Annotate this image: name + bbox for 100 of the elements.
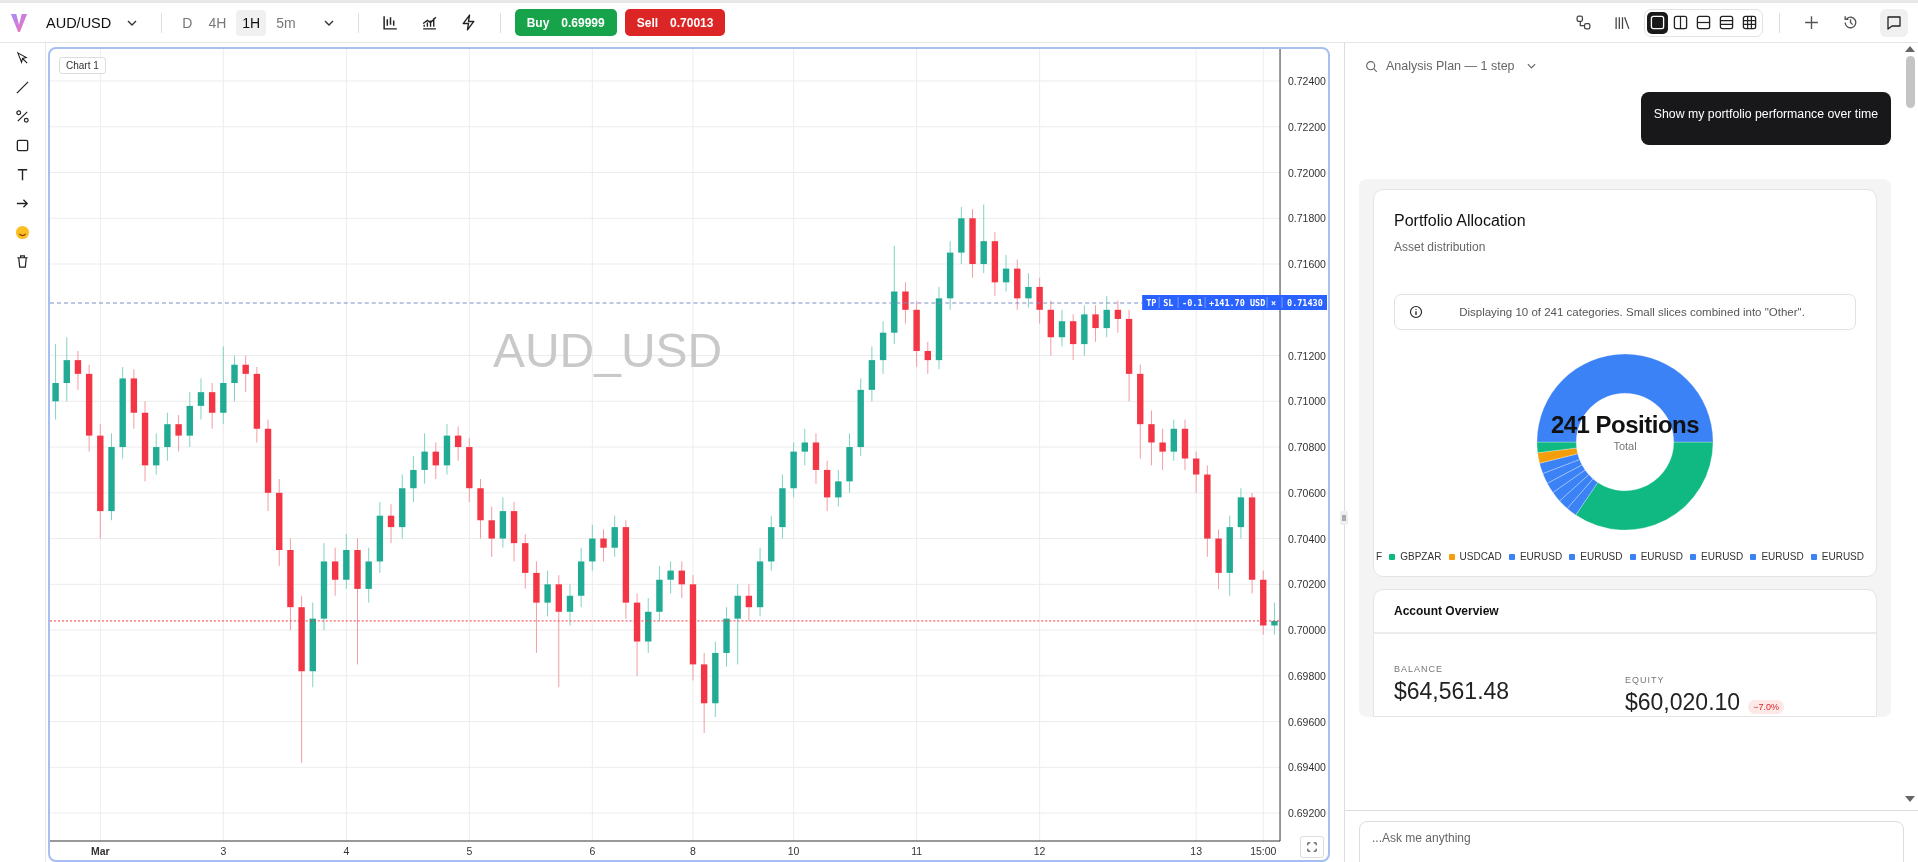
symbol-selector[interactable]: AUD/USD (46, 14, 118, 31)
candle (466, 437, 473, 503)
drag-handle-icon[interactable] (1340, 511, 1348, 525)
user-message: Show my portfolio performance over time (1640, 92, 1891, 145)
timeframe-tab[interactable]: D (176, 9, 199, 36)
text-tool-icon[interactable] (15, 167, 30, 182)
candle (835, 469, 842, 508)
price-label: 0.69600 (1288, 716, 1326, 728)
candle (1081, 304, 1088, 357)
scrollbar-thumb[interactable] (1905, 56, 1915, 108)
candle (645, 597, 652, 654)
legend-label[interactable]: EURUSD (1761, 551, 1804, 562)
trash-icon[interactable] (15, 254, 30, 269)
candle (164, 412, 171, 462)
candle (454, 425, 462, 462)
candle (846, 432, 853, 494)
time-label: 5 (466, 846, 473, 857)
library-icon[interactable] (1614, 14, 1631, 31)
legend-label[interactable]: EURUSD (1580, 551, 1623, 562)
legend-label[interactable]: GBPZAR (1400, 551, 1442, 562)
candle (801, 428, 808, 466)
timeframe-tab[interactable]: 4H (202, 9, 233, 36)
chevron-icon[interactable] (1526, 63, 1536, 69)
layout-button[interactable] (1647, 11, 1668, 34)
candle (745, 583, 753, 622)
order-label[interactable]: TP SL -0.1 +141.70 USD × 0.71430 (1142, 295, 1327, 310)
candle (902, 281, 909, 324)
candle (1181, 419, 1189, 471)
price-label: 0.72200 (1288, 121, 1326, 133)
logo-icon (10, 11, 28, 34)
scroll-down-icon[interactable] (1905, 796, 1915, 802)
scroll-up-icon[interactable] (1905, 46, 1915, 52)
donut-caption: Total (1613, 440, 1637, 452)
candle (667, 560, 674, 594)
legend-label[interactable]: EURUSD (1640, 551, 1683, 562)
candle (980, 204, 987, 274)
nodes-icon[interactable] (1575, 14, 1592, 31)
legend-label[interactable]: USDCAD (1459, 551, 1502, 562)
price-label: 0.70600 (1288, 487, 1326, 499)
candle (399, 474, 406, 540)
candle (443, 423, 451, 475)
plus-icon[interactable] (1803, 14, 1820, 31)
time-label: 3 (220, 846, 227, 857)
candle (600, 528, 607, 562)
candle (499, 496, 507, 549)
candle (946, 240, 954, 311)
cursor-icon[interactable] (15, 51, 30, 66)
candle (1058, 309, 1066, 347)
fullscreen-button[interactable] (1300, 836, 1324, 858)
candle (186, 391, 193, 448)
caret-icon[interactable] (127, 19, 138, 26)
chat-input[interactable]: ...Ask me anything (1359, 821, 1904, 862)
candle (1193, 451, 1200, 494)
candle (510, 501, 518, 562)
chat-icon (1886, 14, 1902, 31)
timeframe-tab[interactable]: 5m (270, 9, 302, 36)
candles-icon[interactable] (381, 14, 399, 31)
time-label: 6 (589, 846, 596, 857)
price-label: 0.71000 (1288, 396, 1326, 408)
legend-label[interactable]: F (1376, 551, 1383, 562)
candle (790, 442, 797, 498)
candle (365, 547, 372, 604)
legend-label[interactable]: EURUSD (1701, 551, 1744, 562)
chart-tag[interactable]: Chart 1 (59, 57, 106, 74)
card-subtitle: Asset distribution (1394, 240, 1487, 254)
candle (656, 565, 663, 622)
line-icon[interactable] (15, 80, 30, 95)
candle (175, 414, 182, 453)
price-label: 0.72400 (1288, 76, 1326, 88)
candle (477, 478, 484, 540)
price-label: 0.69200 (1288, 808, 1326, 820)
stat-value: $64,561.48 (1394, 678, 1510, 705)
candle (1092, 304, 1099, 343)
candle (231, 355, 238, 402)
sell-button[interactable]: Sell 0.70013 (624, 9, 726, 36)
rectangle-icon[interactable] (15, 138, 30, 153)
history-icon[interactable] (1842, 14, 1859, 31)
caret-icon[interactable] (323, 19, 334, 26)
timeframe-tab[interactable]: 1H (236, 9, 267, 36)
emoji-icon[interactable] (15, 225, 30, 240)
candle (242, 355, 249, 393)
candle (331, 547, 339, 597)
time-label: 12 (1033, 846, 1046, 857)
legend-label[interactable]: EURUSD (1821, 551, 1864, 562)
time-label: 4 (343, 846, 350, 857)
candle (823, 460, 831, 512)
analysis-plan-toggle[interactable]: Analysis Plan — 1 step (1386, 59, 1515, 73)
candle (1148, 409, 1155, 466)
info-icon (1409, 305, 1423, 319)
candle (958, 206, 965, 265)
candle (544, 570, 551, 617)
candle (1069, 313, 1077, 361)
percent-icon[interactable] (15, 109, 30, 124)
candle (1002, 254, 1010, 292)
chat-button[interactable] (1880, 8, 1908, 37)
legend-label[interactable]: EURUSD (1519, 551, 1563, 562)
stat-label: EQUITY (1625, 675, 1666, 685)
time-label: 10 (787, 846, 800, 857)
indicator-icon[interactable] (420, 14, 438, 31)
candle (611, 515, 618, 558)
